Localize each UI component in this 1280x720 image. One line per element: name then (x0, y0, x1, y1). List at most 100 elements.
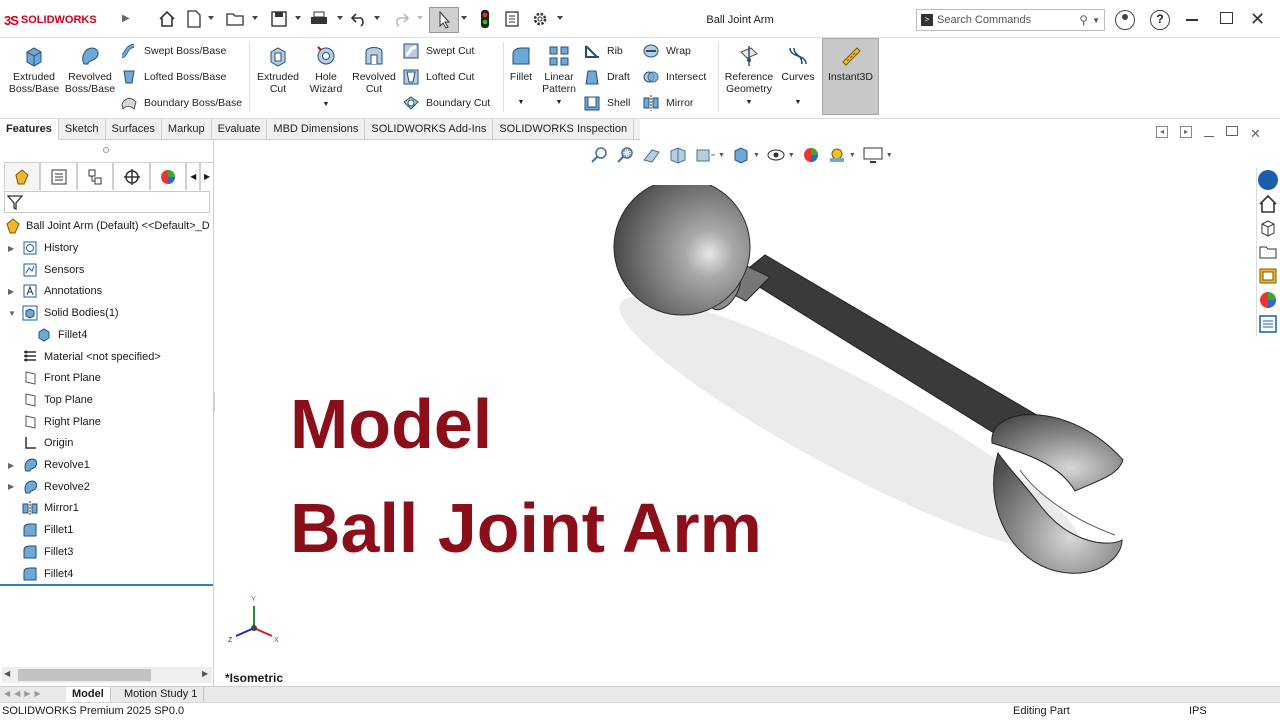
revolved-cut-button[interactable]: Revolved Cut (350, 44, 398, 95)
lofted-boss-button[interactable]: Lofted Boss/Base (120, 67, 226, 87)
tab-surfaces[interactable]: Surfaces (106, 119, 162, 140)
tab-solidworks-add-ins[interactable]: SOLIDWORKS Add-Ins (365, 119, 494, 140)
tree-item[interactable]: Fillet4 (30, 325, 87, 345)
view-settings-dropdown-icon[interactable]: ▼ (886, 152, 893, 159)
new-document-icon[interactable] (184, 9, 204, 29)
lofted-cut-button[interactable]: Lofted Cut (402, 67, 474, 87)
open-dropdown-icon[interactable] (252, 16, 258, 20)
linear-pattern-dropdown-icon[interactable]: ▼ (556, 97, 563, 109)
hide-show-items-icon[interactable] (766, 146, 786, 164)
tree-item[interactable]: Fillet1 (8, 520, 73, 540)
options-gear-icon[interactable] (530, 9, 550, 29)
curves-button[interactable]: Curves ▼ (780, 44, 816, 109)
tree-item[interactable]: ▶ Revolve1 (8, 455, 90, 475)
menu-expand-icon[interactable]: ▶ (122, 13, 130, 24)
select-dropdown-icon[interactable] (461, 16, 467, 20)
mirror-button[interactable]: Mirror (642, 93, 693, 113)
expand-right-icon[interactable]: ▶ (8, 482, 18, 491)
zoom-to-fit-icon[interactable] (590, 146, 610, 164)
view-settings-icon[interactable] (862, 146, 884, 164)
expand-right-icon[interactable]: ▶ (8, 244, 18, 253)
tab-evaluate[interactable]: Evaluate (212, 119, 268, 140)
viewport-next-icon[interactable]: ▸ (1180, 126, 1192, 138)
draft-button[interactable]: Draft (583, 67, 630, 87)
new-dropdown-icon[interactable] (208, 16, 214, 20)
scroll-left-icon[interactable]: ◀ (4, 669, 10, 678)
help-icon[interactable]: ? (1150, 10, 1170, 30)
home-resources-icon[interactable] (1258, 194, 1278, 214)
panel-tabs-right-icon[interactable]: ▶ (200, 162, 214, 190)
viewport-restore-icon[interactable] (1226, 126, 1238, 136)
expand-right-icon[interactable]: ▶ (8, 461, 18, 470)
scrollbar-thumb[interactable] (18, 669, 151, 681)
panel-grip-icon[interactable] (103, 147, 109, 153)
rollback-bar[interactable] (0, 584, 213, 586)
viewport-minimize-icon[interactable] (1204, 136, 1214, 137)
display-style-icon[interactable] (731, 146, 751, 164)
design-library-icon[interactable] (1258, 218, 1278, 238)
swept-cut-button[interactable]: Swept Cut (402, 41, 474, 61)
panel-tabs-left-icon[interactable]: ◀ (186, 162, 201, 190)
tree-item[interactable]: ▼ Solid Bodies(1) (8, 303, 119, 323)
viewport-close-icon[interactable]: ✕ (1250, 126, 1261, 142)
select-button[interactable] (429, 7, 459, 33)
dynamic-annotation-icon[interactable] (694, 146, 716, 164)
tab-solidworks-inspection[interactable]: SOLIDWORKS Inspection (493, 119, 635, 140)
save-icon[interactable] (269, 9, 289, 29)
tree-item[interactable]: ▶ History (8, 238, 78, 258)
search-dropdown-icon[interactable]: ▼ (1092, 16, 1100, 25)
rebuild-icon[interactable] (475, 9, 495, 29)
tab-sketch[interactable]: Sketch (59, 119, 106, 140)
boundary-cut-button[interactable]: Boundary Cut (402, 93, 490, 113)
wrap-button[interactable]: Wrap (642, 41, 691, 61)
tree-item[interactable]: Top Plane (8, 390, 93, 410)
shell-button[interactable]: Shell (583, 93, 630, 113)
viewport-prev-icon[interactable]: ◂ (1156, 126, 1168, 138)
tree-filter-field[interactable] (4, 191, 210, 213)
custom-properties-icon[interactable] (1258, 314, 1278, 334)
intersect-button[interactable]: Intersect (642, 67, 706, 87)
appearances-icon[interactable] (1258, 290, 1278, 310)
fillet-button[interactable]: Fillet ▼ (506, 44, 536, 109)
tree-item[interactable]: Mirror1 (8, 498, 79, 518)
minimize-icon[interactable] (1186, 19, 1198, 21)
property-manager-tab-icon[interactable] (40, 162, 77, 190)
extruded-cut-button[interactable]: Extruded Cut (254, 44, 302, 95)
close-icon[interactable]: ✕ (1250, 9, 1265, 30)
view-palette-icon[interactable] (1258, 266, 1278, 286)
linear-pattern-button[interactable]: Linear Pattern ▼ (540, 44, 578, 109)
file-properties-icon[interactable] (502, 9, 522, 29)
expand-down-icon[interactable]: ▼ (8, 309, 18, 318)
reference-geometry-dropdown-icon[interactable]: ▼ (746, 97, 753, 109)
tree-root-part[interactable]: Ball Joint Arm (Default) <<Default>_D (4, 217, 214, 235)
apply-scene-dropdown-icon[interactable]: ▼ (849, 152, 856, 159)
undo-icon[interactable] (349, 9, 369, 29)
display-style-dropdown-icon[interactable]: ▼ (753, 152, 760, 159)
curves-dropdown-icon[interactable]: ▼ (795, 97, 802, 109)
tab-scroll-arrows-icon[interactable]: ◀◀▶▶ (4, 689, 45, 698)
tab-features[interactable]: Features (0, 119, 59, 140)
hole-wizard-dropdown-icon[interactable]: ▼ (323, 99, 330, 111)
tab-markup[interactable]: Markup (162, 119, 212, 140)
tree-item[interactable]: Material <not specified> (8, 347, 161, 367)
file-explorer-icon[interactable] (1258, 242, 1278, 262)
restore-icon[interactable] (1220, 12, 1233, 24)
home-icon[interactable] (157, 9, 177, 29)
tab-mbd-dimensions[interactable]: MBD Dimensions (267, 119, 366, 140)
tree-item[interactable]: Fillet3 (8, 542, 73, 562)
scroll-right-icon[interactable]: ▶ (202, 669, 208, 678)
apply-scene-icon[interactable] (827, 146, 847, 164)
print-icon[interactable] (309, 9, 329, 29)
tree-item[interactable]: ▶ Annotations (8, 281, 102, 301)
expand-right-icon[interactable]: ▶ (8, 287, 18, 296)
print-dropdown-icon[interactable] (337, 16, 343, 20)
revolved-boss-button[interactable]: Revolved Boss/Base (64, 44, 116, 95)
extruded-boss-button[interactable]: Extruded Boss/Base (8, 44, 60, 95)
magnifier-icon[interactable]: ⚲ (1079, 13, 1088, 27)
status-units[interactable]: IPS (1189, 705, 1207, 717)
undo-dropdown-icon[interactable] (374, 16, 380, 20)
options-dropdown-icon[interactable] (557, 16, 563, 20)
tree-item[interactable]: Front Plane (8, 368, 101, 388)
redo-dropdown-icon[interactable] (417, 16, 423, 20)
hide-show-dropdown-icon[interactable]: ▼ (788, 152, 795, 159)
